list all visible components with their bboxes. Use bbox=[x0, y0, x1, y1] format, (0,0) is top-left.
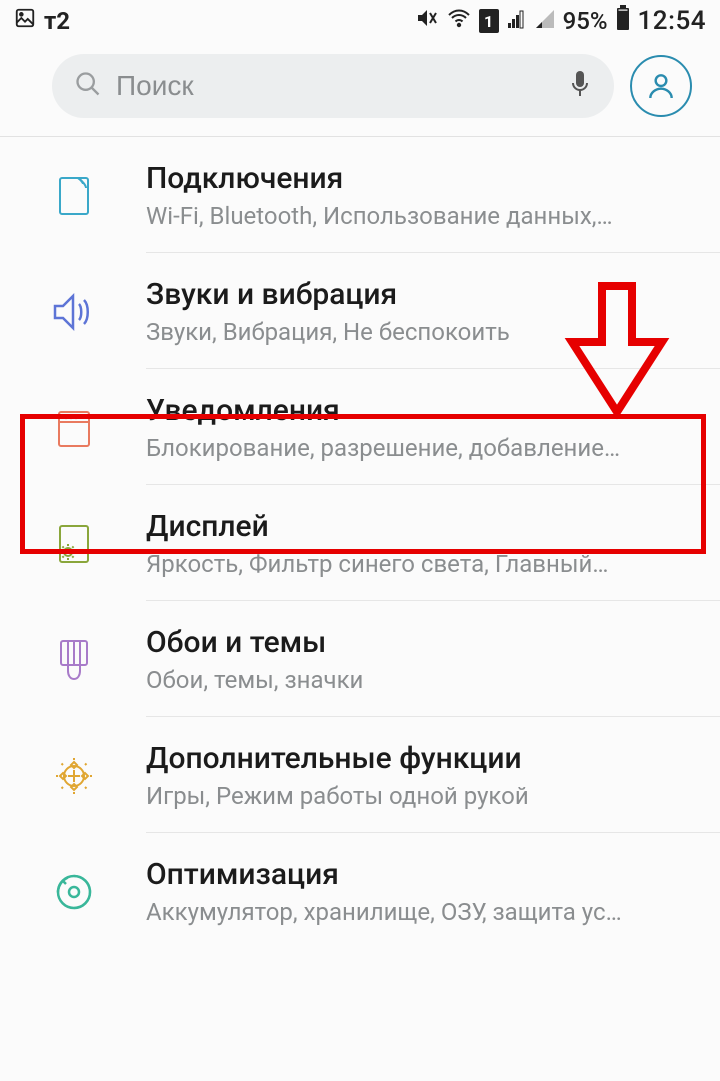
signal1-icon bbox=[507, 7, 527, 35]
sounds-icon bbox=[50, 288, 98, 336]
mute-icon bbox=[415, 6, 439, 36]
sim-icon: 1 bbox=[479, 9, 499, 33]
settings-list: Подключения Wi-Fi, Bluetooth, Использова… bbox=[0, 137, 720, 948]
row-sounds[interactable]: Звуки и вибрация Звуки, Вибрация, Не бес… bbox=[0, 253, 720, 368]
search-icon bbox=[74, 70, 102, 102]
row-title: Подключения bbox=[146, 161, 700, 196]
search-box[interactable] bbox=[52, 54, 614, 118]
row-wallpaper[interactable]: Обои и темы Обои, темы, значки bbox=[0, 601, 720, 716]
row-title: Дополнительные функции bbox=[146, 741, 700, 776]
row-sub: Wi-Fi, Bluetooth, Использование данных,… bbox=[146, 202, 700, 230]
advanced-icon bbox=[50, 752, 98, 800]
connections-icon bbox=[50, 172, 98, 220]
row-sub: Обои, темы, значки bbox=[146, 666, 700, 694]
row-advanced[interactable]: Дополнительные функции Игры, Режим работ… bbox=[0, 717, 720, 832]
row-connections[interactable]: Подключения Wi-Fi, Bluetooth, Использова… bbox=[0, 137, 720, 252]
row-sub: Аккумулятор, хранилище, ОЗУ, защита ус… bbox=[146, 898, 700, 926]
row-sub: Яркость, Фильтр синего света, Главный… bbox=[146, 550, 700, 578]
profile-button[interactable] bbox=[630, 55, 692, 117]
signal2-icon bbox=[535, 7, 555, 35]
battery-percent: 95% bbox=[563, 7, 608, 35]
row-sub: Звуки, Вибрация, Не беспокоить bbox=[146, 318, 700, 346]
mic-icon[interactable] bbox=[568, 69, 592, 103]
row-optimization[interactable]: Оптимизация Аккумулятор, хранилище, ОЗУ,… bbox=[0, 833, 720, 948]
carrier-label: т2 bbox=[44, 7, 70, 35]
row-title: Звуки и вибрация bbox=[146, 277, 700, 312]
row-title: Оптимизация bbox=[146, 857, 700, 892]
wifi-icon bbox=[447, 6, 471, 36]
row-sub: Игры, Режим работы одной рукой bbox=[146, 782, 700, 810]
battery-icon bbox=[616, 5, 630, 37]
image-indicator-icon bbox=[14, 7, 36, 35]
row-display[interactable]: Дисплей Яркость, Фильтр синего света, Гл… bbox=[0, 485, 720, 600]
row-title: Обои и темы bbox=[146, 625, 700, 660]
row-sub: Блокирование, разрешение, добавление… bbox=[146, 434, 700, 462]
clock: 12:54 bbox=[638, 6, 706, 36]
search-input[interactable] bbox=[116, 70, 554, 102]
display-icon bbox=[50, 520, 98, 568]
status-bar: т2 1 95% 12:54 bbox=[0, 0, 720, 42]
notifications-icon bbox=[50, 404, 98, 452]
optimization-icon bbox=[50, 868, 98, 916]
row-title: Уведомления bbox=[146, 393, 700, 428]
search-row bbox=[0, 42, 720, 136]
row-notifications[interactable]: Уведомления Блокирование, разрешение, до… bbox=[0, 369, 720, 484]
wallpaper-icon bbox=[50, 636, 98, 684]
row-title: Дисплей bbox=[146, 509, 700, 544]
